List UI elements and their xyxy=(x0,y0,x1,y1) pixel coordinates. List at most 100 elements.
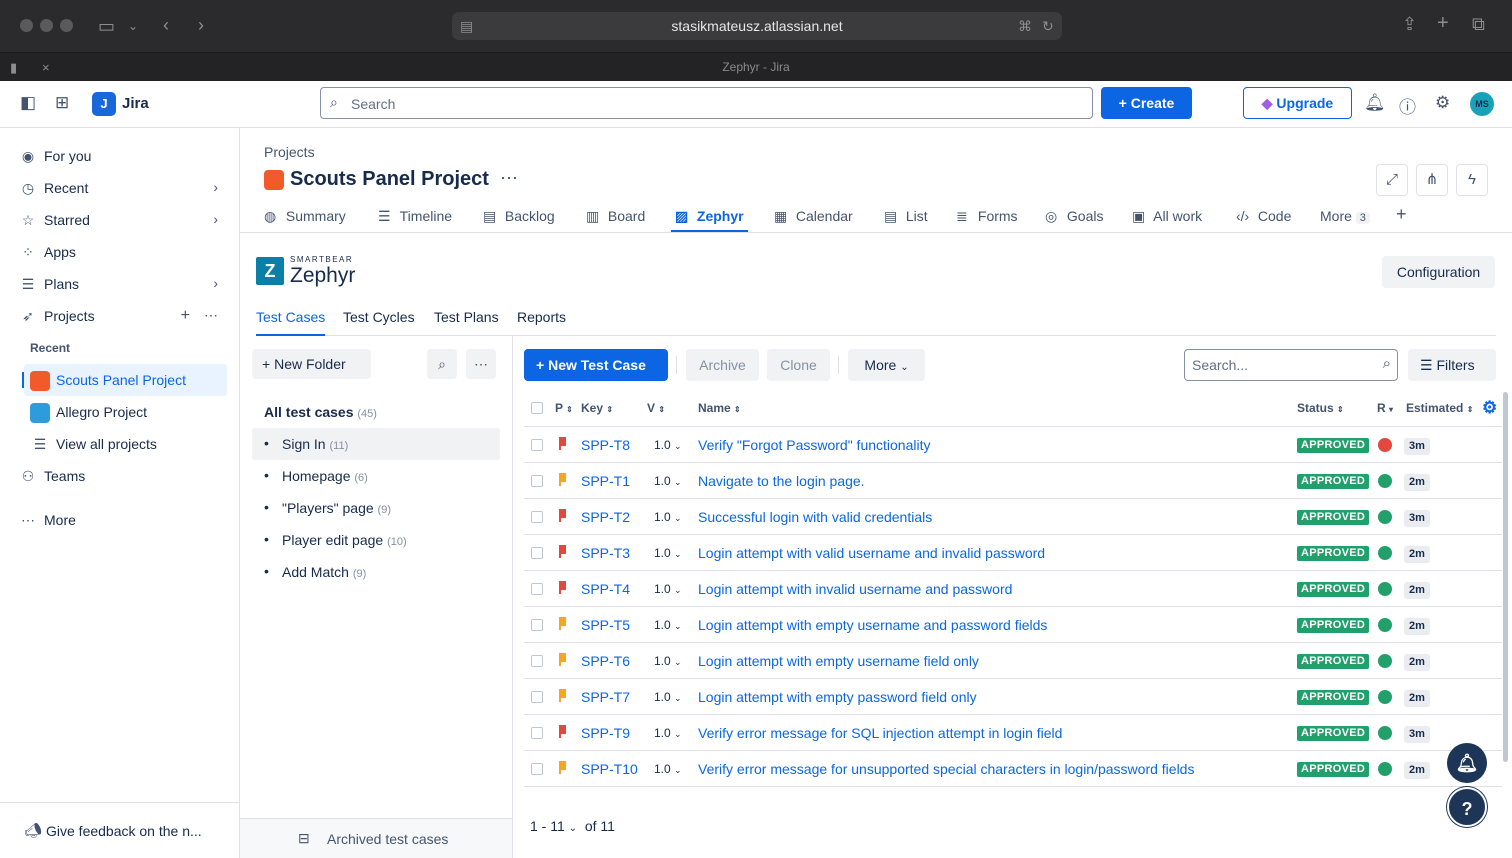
row-checkbox[interactable] xyxy=(531,763,543,775)
address-bar[interactable]: ▤ stasikmateusz.atlassian.net ⌘ ↻ xyxy=(452,12,1062,40)
row-checkbox[interactable] xyxy=(531,547,543,559)
version-select[interactable]: 1.0 ⌄ xyxy=(654,582,682,596)
scrollbar[interactable] xyxy=(1503,392,1508,762)
filters-button[interactable]: ☰ Filters xyxy=(1408,349,1496,381)
tab-test-cycles[interactable]: Test Cycles xyxy=(343,309,415,336)
column-header-key[interactable]: Key ⇕ xyxy=(581,401,613,415)
help-button[interactable]: ? xyxy=(1447,787,1487,827)
reload-icon[interactable]: ↻ xyxy=(1042,17,1054,35)
folder-item[interactable]: • "Players" page (9) xyxy=(252,492,500,524)
column-header-priority[interactable]: P ⇕ xyxy=(555,401,573,415)
more-options-icon[interactable]: ⋯ xyxy=(204,307,218,324)
folder-more-icon[interactable]: ⋯ xyxy=(466,349,496,379)
sidebar-item-view-all-projects[interactable]: ☰ View all projects xyxy=(24,428,227,460)
table-row[interactable]: SPP-T6 1.0 ⌄ Login attempt with empty user… xyxy=(524,642,1502,678)
row-checkbox[interactable] xyxy=(531,439,543,451)
tab-title[interactable]: Zephyr - Jira xyxy=(0,60,1512,74)
tab-more[interactable]: More 3 xyxy=(1320,208,1370,240)
forward-icon[interactable]: › xyxy=(198,16,204,34)
help-icon[interactable]: ⓘ xyxy=(1399,93,1416,118)
project-more-icon[interactable]: ⋯ xyxy=(500,168,518,189)
folder-item[interactable]: • Sign In (11) xyxy=(252,428,500,460)
expand-icon[interactable]: ⤢ xyxy=(1376,164,1408,196)
table-row[interactable]: SPP-T5 1.0 ⌄ Login attempt with empty user… xyxy=(524,606,1502,642)
row-checkbox[interactable] xyxy=(531,619,543,631)
table-row[interactable]: SPP-T3 1.0 ⌄ Login attempt with valid user… xyxy=(524,534,1502,570)
notification-bell-button[interactable]: 🔔︎ xyxy=(1447,743,1487,783)
sidebar-item-scouts-panel-project[interactable]: Scouts Panel Project xyxy=(22,364,227,396)
clone-button[interactable]: Clone xyxy=(767,349,830,381)
folder-item[interactable]: • Homepage (6) xyxy=(252,460,500,492)
chevron-down-icon[interactable]: ⌄ xyxy=(569,823,577,834)
app-switcher-icon[interactable]: ⊞ xyxy=(55,93,69,113)
chevron-down-icon[interactable]: ⌄ xyxy=(128,17,138,35)
test-case-name[interactable]: Navigate to the login page. xyxy=(698,473,865,489)
chevron-right-icon[interactable]: › xyxy=(213,275,218,291)
app-name[interactable]: Jira xyxy=(122,95,149,112)
test-case-name[interactable]: Verify error message for SQL injection a… xyxy=(698,725,1062,741)
test-case-search-input[interactable]: Search... ⌕ xyxy=(1184,349,1398,381)
column-header-name[interactable]: Name ⇕ xyxy=(698,401,741,415)
test-case-key[interactable]: SPP-T5 xyxy=(581,617,630,633)
tab-reports[interactable]: Reports xyxy=(517,309,566,336)
test-case-key[interactable]: SPP-T10 xyxy=(581,761,638,777)
test-case-name[interactable]: Verify error message for unsupported spe… xyxy=(698,761,1194,777)
tab-summary[interactable]: ◍ Summary xyxy=(264,208,346,240)
automation-icon[interactable]: ϟ xyxy=(1456,164,1488,196)
row-checkbox[interactable] xyxy=(531,691,543,703)
sidebar-item-more[interactable]: ⋯ More xyxy=(14,504,228,536)
new-test-case-button[interactable]: + New Test Case xyxy=(524,349,668,381)
test-case-key[interactable]: SPP-T9 xyxy=(581,725,630,741)
test-case-name[interactable]: Login attempt with valid username and in… xyxy=(698,545,1045,561)
row-checkbox[interactable] xyxy=(531,727,543,739)
sidebar-item-plans[interactable]: ☰ Plans › xyxy=(14,268,228,300)
tab-board[interactable]: ▥ Board xyxy=(586,208,645,240)
table-row[interactable]: SPP-T4 1.0 ⌄ Login attempt with invalid us… xyxy=(524,570,1502,606)
row-checkbox[interactable] xyxy=(531,655,543,667)
test-case-key[interactable]: SPP-T3 xyxy=(581,545,630,561)
row-checkbox[interactable] xyxy=(531,511,543,523)
test-case-name[interactable]: Login attempt with empty username and pa… xyxy=(698,617,1047,633)
column-header-version[interactable]: V ⇕ xyxy=(647,401,665,415)
version-select[interactable]: 1.0 ⌄ xyxy=(654,726,682,740)
sidebar-toggle-icon[interactable]: ▭ xyxy=(98,17,115,35)
zoom-window-icon[interactable] xyxy=(60,19,73,32)
test-case-key[interactable]: SPP-T2 xyxy=(581,509,630,525)
column-settings-icon[interactable]: ⚙ xyxy=(1482,398,1497,418)
test-case-name[interactable]: Login attempt with empty password field … xyxy=(698,689,977,705)
sidebar-item-allegro-project[interactable]: Allegro Project xyxy=(24,396,227,428)
test-case-key[interactable]: SPP-T4 xyxy=(581,581,630,597)
page-range[interactable]: 1 - 11 xyxy=(530,818,565,834)
translate-icon[interactable]: ⌘ xyxy=(1018,17,1032,35)
more-button[interactable]: More ⌄ xyxy=(848,349,925,381)
tab-all-work[interactable]: ▣ All work xyxy=(1132,208,1202,240)
search-folders-icon[interactable]: ⌕ xyxy=(427,349,457,379)
sidebar-item-for-you[interactable]: ◉ For you xyxy=(14,140,228,172)
sidebar-item-recent[interactable]: ◷ Recent › xyxy=(14,172,228,204)
back-icon[interactable]: ‹ xyxy=(163,16,169,34)
version-select[interactable]: 1.0 ⌄ xyxy=(654,510,682,524)
tab-timeline[interactable]: ☰ Timeline xyxy=(378,208,452,240)
breadcrumb[interactable]: Projects xyxy=(264,144,315,160)
test-case-name[interactable]: Login attempt with empty username field … xyxy=(698,653,979,669)
configuration-button[interactable]: Configuration xyxy=(1382,256,1495,288)
create-button[interactable]: + Create xyxy=(1101,87,1192,119)
column-header-result[interactable]: R ▾ xyxy=(1377,401,1393,415)
new-tab-icon[interactable]: + xyxy=(1437,13,1449,33)
table-row[interactable]: SPP-T9 1.0 ⌄ Verify error message for SQL … xyxy=(524,714,1502,750)
version-select[interactable]: 1.0 ⌄ xyxy=(654,474,682,488)
tab-calendar[interactable]: ▦ Calendar xyxy=(774,208,853,240)
avatar[interactable]: MS xyxy=(1470,92,1494,116)
tab-test-cases[interactable]: Test Cases xyxy=(256,309,326,336)
test-case-key[interactable]: SPP-T7 xyxy=(581,689,630,705)
chevron-right-icon[interactable]: › xyxy=(213,179,218,195)
share-icon[interactable]: ⋔ xyxy=(1416,164,1448,196)
tab-overview-icon[interactable]: ⧉ xyxy=(1472,15,1485,33)
tab-code[interactable]: ‹/› Code xyxy=(1236,208,1291,240)
test-case-name[interactable]: Verify "Forgot Password" functionality xyxy=(698,437,930,453)
table-row[interactable]: SPP-T8 1.0 ⌄ Verify "Forgot Password" func… xyxy=(524,426,1502,462)
select-all-checkbox[interactable] xyxy=(531,402,543,414)
jira-logo-icon[interactable]: J xyxy=(92,92,116,116)
sidebar-item-apps[interactable]: ⁘ Apps xyxy=(14,236,228,268)
tab-forms[interactable]: ≣ Forms xyxy=(956,208,1018,240)
